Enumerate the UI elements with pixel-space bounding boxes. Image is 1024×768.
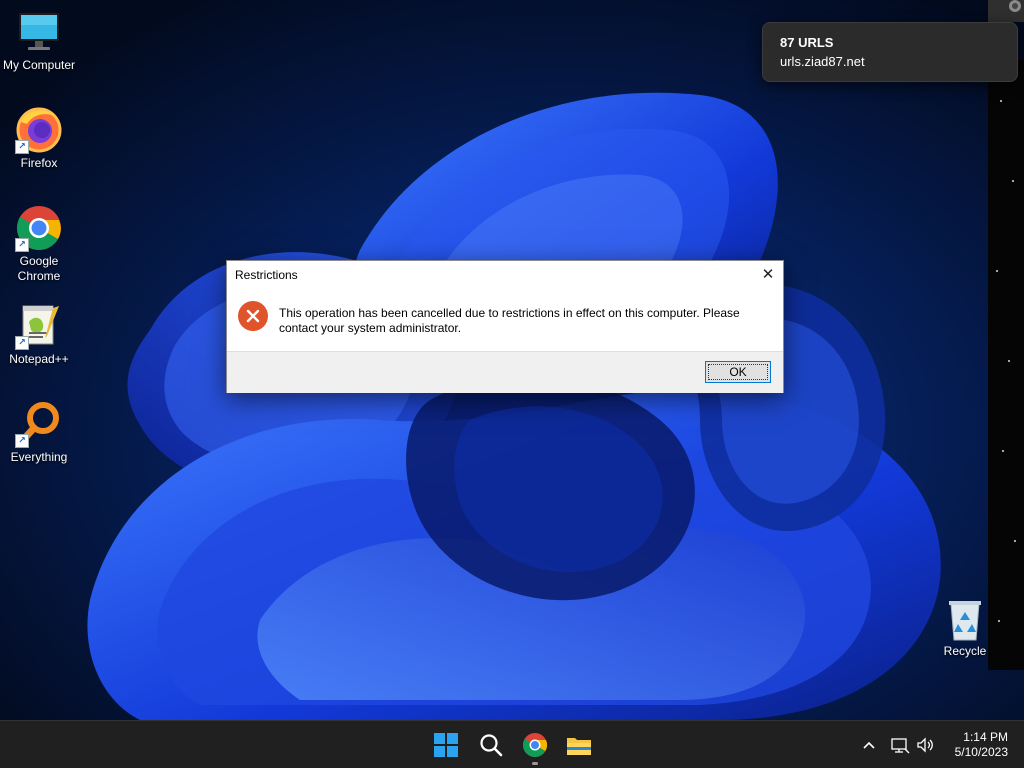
error-icon [237,300,269,332]
notification-toast[interactable]: 87 URLS urls.ziad87.net [762,22,1018,82]
dialog-title: Restrictions [235,268,298,282]
search-icon[interactable] [473,727,509,763]
everything-search-icon: ↗ [15,400,63,448]
clock-date: 5/10/2023 [954,745,1008,759]
chrome-icon: ↗ [15,204,63,252]
windows-start-icon[interactable] [428,727,464,763]
desktop-icon-recycle[interactable]: Recycle [935,598,995,659]
shortcut-arrow-icon: ↗ [15,238,29,252]
close-button[interactable]: ✕ [753,261,783,289]
running-app-indicator [532,762,538,765]
shortcut-arrow-icon: ↗ [15,140,29,154]
shortcut-arrow-icon: ↗ [15,434,29,448]
monitor-icon [15,8,63,56]
chrome-icon[interactable] [517,727,553,763]
chevron-up-icon[interactable] [859,735,879,755]
desktop-icon-everything[interactable]: ↗ Everything [1,400,77,465]
clock-time: 1:14 PM [963,730,1008,744]
shortcut-arrow-icon: ↗ [15,336,29,350]
desktop-icon-label: Recycle [943,644,987,658]
dialog-message: This operation has been cancelled due to… [279,306,740,335]
desktop-icon-label: Google Chrome [17,254,61,283]
desktop-icon-label: Firefox [20,156,58,170]
dialog-content: This operation has been cancelled due to… [227,289,783,351]
network-icon[interactable] [890,735,910,755]
desktop-icon-label: Everything [10,450,68,464]
firefox-icon: ↗ [15,106,63,154]
desktop-icon-google-chrome[interactable]: ↗ Google Chrome [1,204,77,284]
recycle-bin-icon [945,598,985,642]
desktop-icon-firefox[interactable]: ↗ Firefox [1,106,77,171]
notification-app-icon [1009,0,1021,12]
volume-icon[interactable] [915,735,935,755]
ok-button[interactable]: OK [705,361,771,383]
desktop-icon-notepadpp[interactable]: ↗ Notepad++ [1,302,77,367]
restrictions-dialog: Restrictions ✕ This operation has been c… [226,260,784,393]
taskbar-clock[interactable]: 1:14 PM 5/10/2023 [938,730,1008,760]
desktop-icon-my-computer[interactable]: My Computer [1,8,77,73]
notepadpp-icon: ↗ [15,302,63,350]
dialog-footer: OK [227,351,783,393]
background-window-edge [988,60,1024,670]
desktop-icon-label: Notepad++ [9,352,69,366]
desktop: My Computer ↗ Firefox ↗ Google Chrome ↗ … [0,0,1024,720]
taskbar: 1:14 PM 5/10/2023 [0,720,1024,768]
desktop-icon-label: My Computer [2,58,76,72]
dialog-titlebar[interactable]: Restrictions ✕ [227,261,783,289]
file-explorer-icon[interactable] [561,727,597,763]
toast-corner-icon-area [988,0,1024,22]
toast-title: 87 URLS [780,35,834,50]
toast-body: urls.ziad87.net [780,54,865,69]
